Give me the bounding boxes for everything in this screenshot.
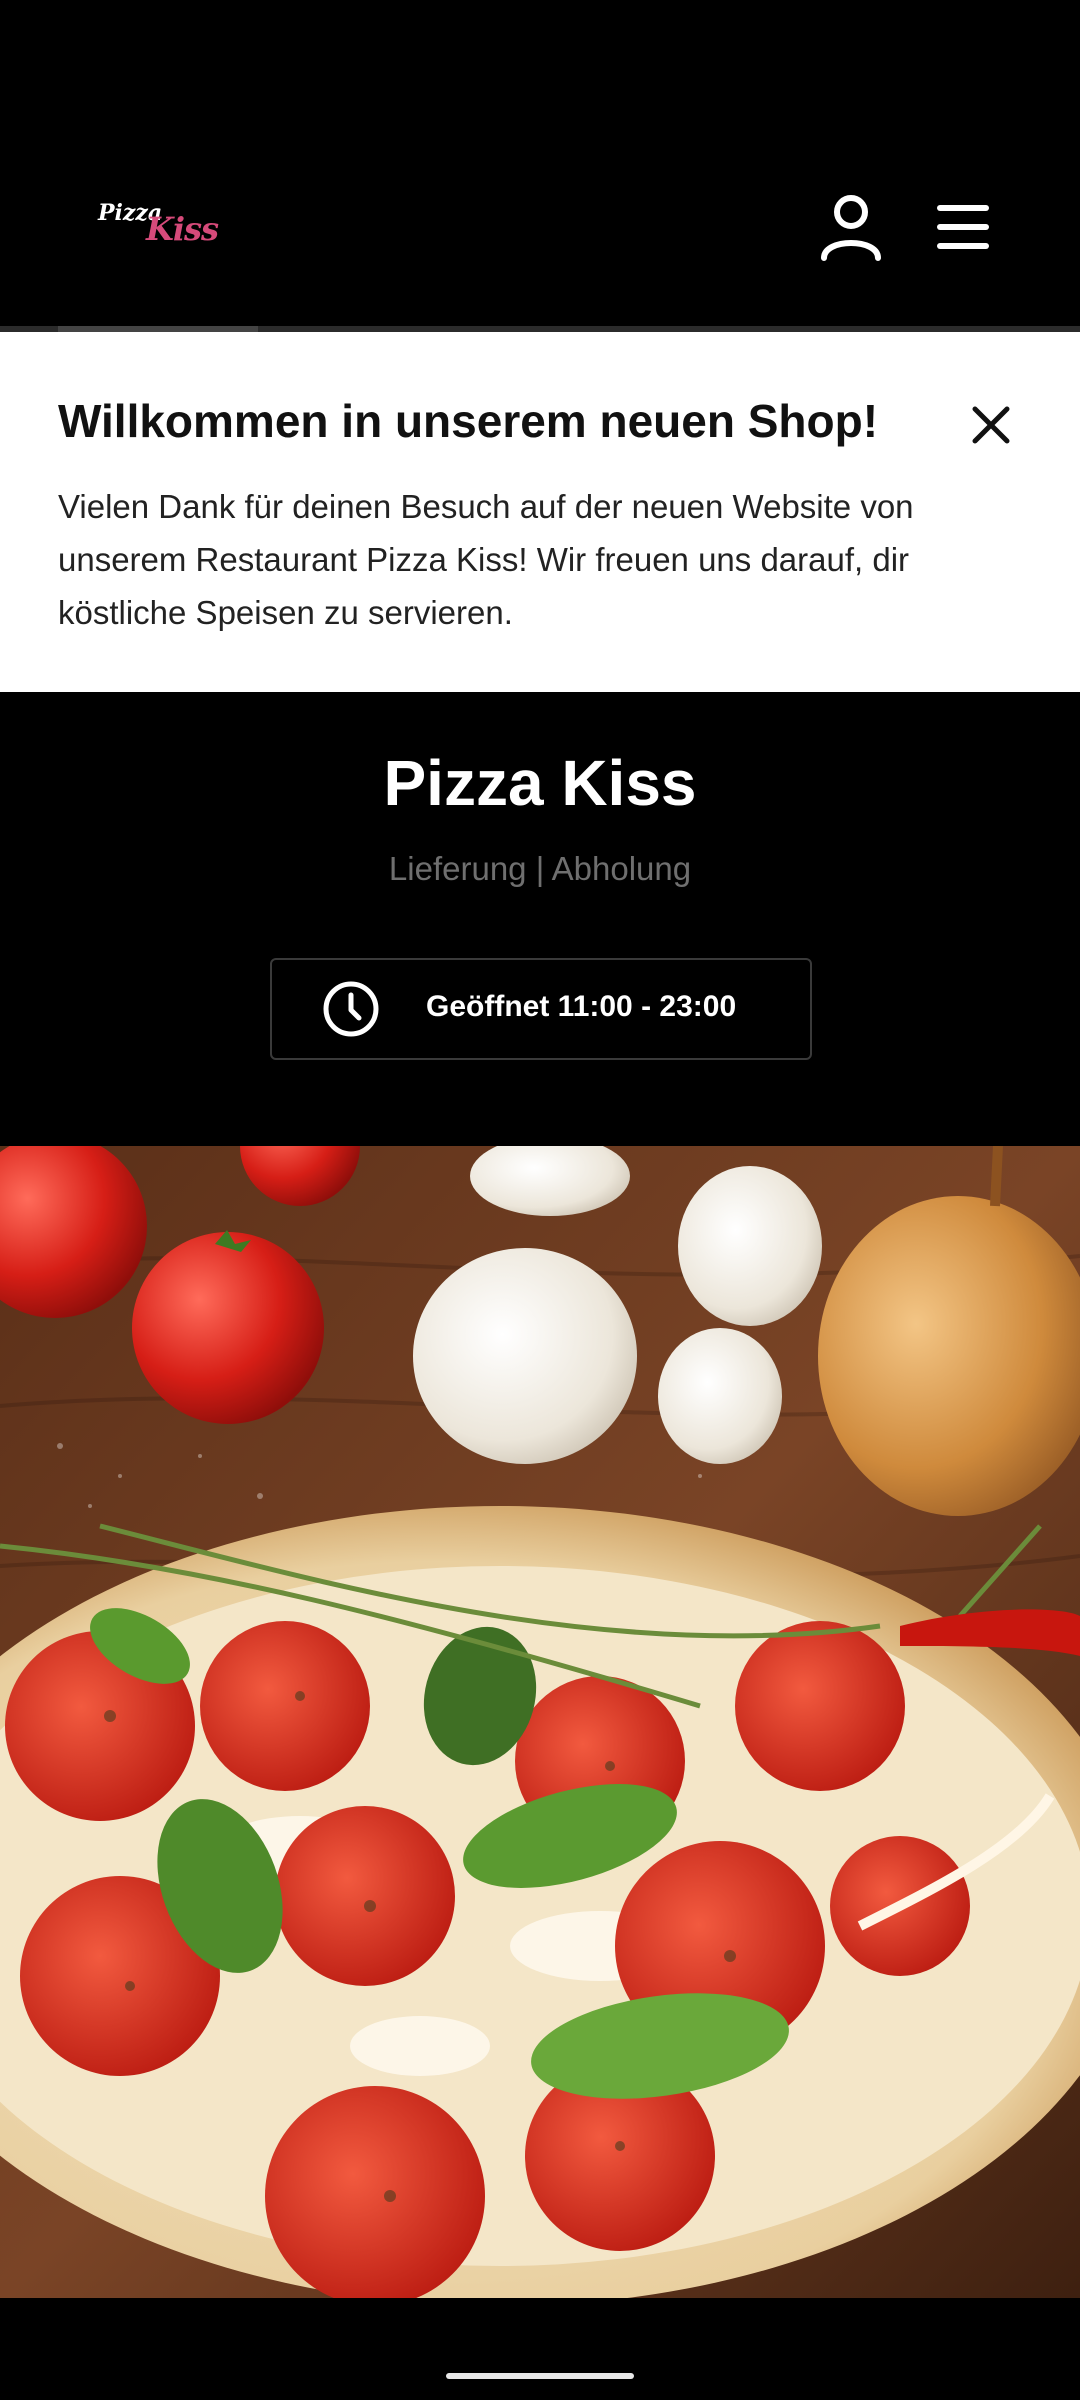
opening-hours-button[interactable]: Geöffnet 11:00 - 23:00: [270, 958, 812, 1060]
home-indicator[interactable]: [446, 2373, 634, 2379]
banner-message: Vielen Dank für deinen Besuch auf der ne…: [58, 488, 914, 631]
clock-icon: [323, 981, 379, 1037]
close-icon: [972, 406, 1010, 444]
banner-close-button[interactable]: [966, 400, 1016, 450]
banner-title: Willkommen in unserem neuen Shop!: [58, 395, 879, 447]
status-bar: [0, 0, 1080, 130]
site-header: Pizza Kiss: [0, 130, 1080, 332]
account-button[interactable]: [818, 192, 884, 264]
menu-button[interactable]: [934, 202, 992, 252]
pizza-hero-illustration: [0, 1146, 1080, 2298]
pizza-kiss-logo[interactable]: Pizza Kiss: [98, 200, 228, 250]
service-types: Lieferung | Abholung: [388, 850, 692, 887]
restaurant-name: Pizza Kiss: [383, 747, 697, 819]
user-icon: [821, 195, 881, 261]
app-screen: Pizza Kiss Willkommen in unserem neuen S…: [0, 0, 1080, 2400]
welcome-banner: Willkommen in unserem neuen Shop! Vielen…: [0, 332, 1080, 692]
opening-hours-text: Geöffnet 11:00 - 23:00: [426, 990, 737, 1023]
hamburger-menu-icon: [937, 205, 989, 249]
logo-kiss-text: Kiss: [146, 210, 219, 248]
pizza-hero-image: [0, 1146, 1080, 2298]
